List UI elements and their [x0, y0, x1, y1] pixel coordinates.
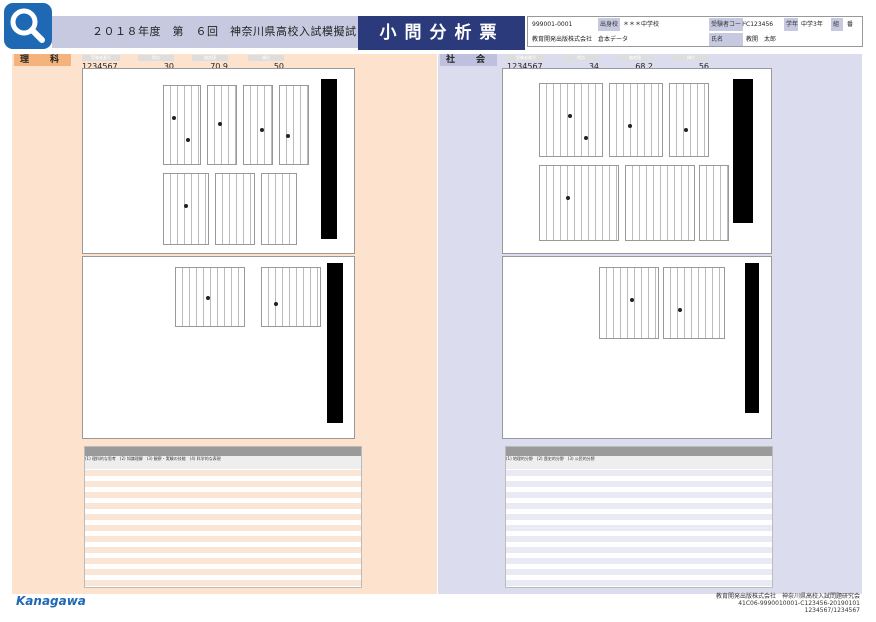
number-label: 番 — [847, 21, 854, 28]
school-value: ＊＊＊中学校 — [623, 21, 660, 28]
answer-block — [669, 83, 709, 157]
answer-block — [539, 83, 603, 157]
answer-block — [625, 165, 695, 241]
redaction-bar — [745, 263, 759, 413]
student-name: 教開 太郎 — [746, 36, 777, 43]
name-label: 氏名 — [709, 33, 743, 46]
stat-label: 順位 — [248, 55, 284, 61]
answer-block — [175, 267, 245, 327]
answer-block — [699, 165, 729, 241]
table-header — [506, 447, 772, 456]
stat-label: 受験者番号 — [507, 55, 545, 61]
class-label: 組 — [831, 18, 843, 31]
code-value: C123456 — [746, 21, 774, 28]
stat-label: 得点 — [563, 55, 599, 61]
answer-block — [261, 173, 297, 245]
answer-block — [243, 85, 273, 165]
table-caption: (1) 地理的分野 (2) 歴史的分野 (3) 公民的分野 — [506, 456, 772, 469]
answer-block — [279, 85, 309, 165]
stat-label: 順位 — [673, 55, 709, 61]
organization: 教育開発出版株式会社 倉本データ — [532, 36, 629, 43]
answer-block — [163, 173, 209, 245]
redaction-bar — [321, 79, 337, 239]
answer-block — [207, 85, 237, 165]
footer-id: 1234567/1234567 — [804, 607, 860, 614]
stat-label: 得点 — [138, 55, 174, 61]
grade-label: 学年 — [784, 18, 798, 31]
magnifier-icon — [10, 8, 45, 43]
answer-block — [215, 173, 255, 245]
redaction-bar — [327, 263, 343, 423]
kanagawa-logo: Kanagawa — [16, 594, 86, 608]
student-info: 999001-0001 出身校 ＊＊＊中学校 受験者コード C123456 学年… — [527, 16, 863, 47]
redaction-bar — [733, 79, 753, 223]
answer-block — [163, 85, 201, 165]
social-tag: 社 会 — [440, 54, 498, 66]
header: ２０１８年度 第 ６回 神奈川県高校入試模擬試験 小問分析票 999001-00… — [0, 0, 876, 70]
table-caption: (1) 理科的な思考 (2) 知識理解 (3) 観察・実験の技能 (4) 科学的… — [85, 456, 361, 469]
answer-sheet-page1 — [502, 68, 772, 254]
footer: 教育開発出版株式会社 神奈川県高校入試問題研究会 41C06-999001000… — [716, 593, 860, 614]
answer-block — [539, 165, 619, 241]
answer-sheet-page2 — [82, 256, 355, 439]
science-analysis-table: (1) 理科的な思考 (2) 知識理解 (3) 観察・実験の技能 (4) 科学的… — [84, 446, 362, 588]
stat-label: 受験者番号 — [82, 55, 120, 61]
answer-block — [599, 267, 659, 339]
table-row — [506, 580, 772, 586]
answer-block — [663, 267, 725, 339]
exam-title: ２０１８年度 第 ６回 神奈川県高校入試模擬試験 — [52, 16, 358, 70]
code-label: 受験者コード — [709, 18, 747, 31]
table-header — [85, 447, 361, 456]
science-tag: 理 科 — [14, 54, 72, 66]
answer-block — [261, 267, 321, 327]
answer-sheet-page2 — [502, 256, 772, 439]
footer-publisher: 教育開発出版株式会社 神奈川県高校入試問題研究会 — [715, 593, 860, 600]
answer-sheet-page1 — [82, 68, 355, 254]
search-button[interactable] — [4, 3, 52, 49]
stat-label: 偏差値 — [192, 55, 228, 61]
social-analysis-table: (1) 地理的分野 (2) 歴史的分野 (3) 公民的分野 — [505, 446, 773, 588]
table-row — [85, 580, 361, 586]
report-title: 小問分析票 — [379, 23, 505, 43]
school-label: 出身校 — [598, 18, 620, 31]
grade-value: 中学3年 — [801, 21, 823, 28]
stat-label: 偏差値 — [617, 55, 653, 61]
footer-code: 41C06-9990010001-C123456-20190101 — [738, 600, 860, 607]
student-id: 999001-0001 — [532, 21, 573, 28]
answer-block — [609, 83, 663, 157]
